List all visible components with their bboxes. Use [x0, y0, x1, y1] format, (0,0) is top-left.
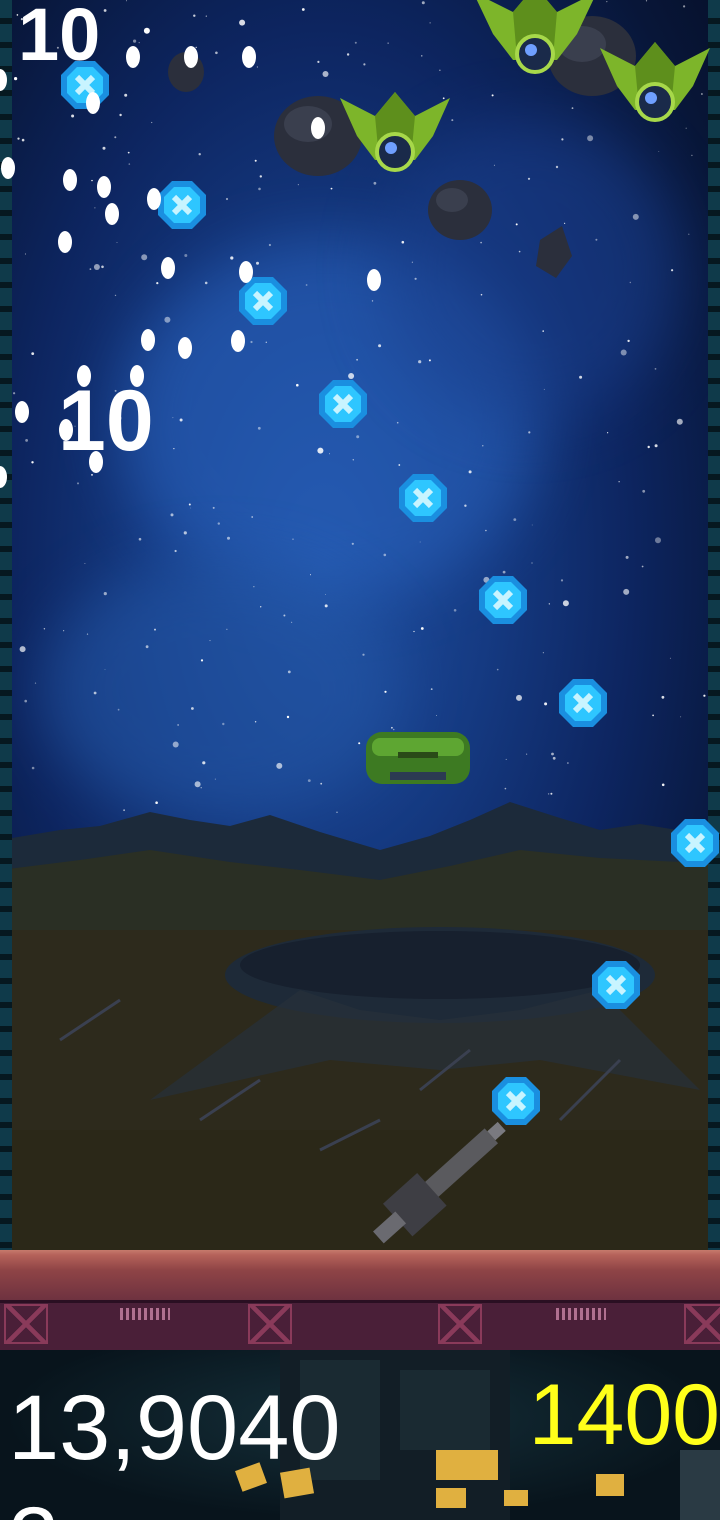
- points-popup: 10: [18, 0, 101, 76]
- coin-count: 1400: [528, 1367, 720, 1463]
- score-overflow-digit: 2: [8, 1494, 59, 1520]
- deck-rail: [0, 1300, 720, 1356]
- game-screen[interactable]: 13,9040 2 1400 10 10: [0, 0, 720, 1520]
- deck-vent: [556, 1308, 606, 1320]
- deck-top-plate: [0, 1250, 720, 1300]
- deck-brace: [4, 1304, 48, 1344]
- points-popup: 10: [58, 373, 154, 469]
- score-value: 13,9040: [8, 1377, 341, 1479]
- deck-brace: [684, 1304, 720, 1344]
- ground-overlay: [0, 0, 720, 1250]
- deck-vent: [120, 1308, 170, 1320]
- deck-brace: [248, 1304, 292, 1344]
- deck-brace: [438, 1304, 482, 1344]
